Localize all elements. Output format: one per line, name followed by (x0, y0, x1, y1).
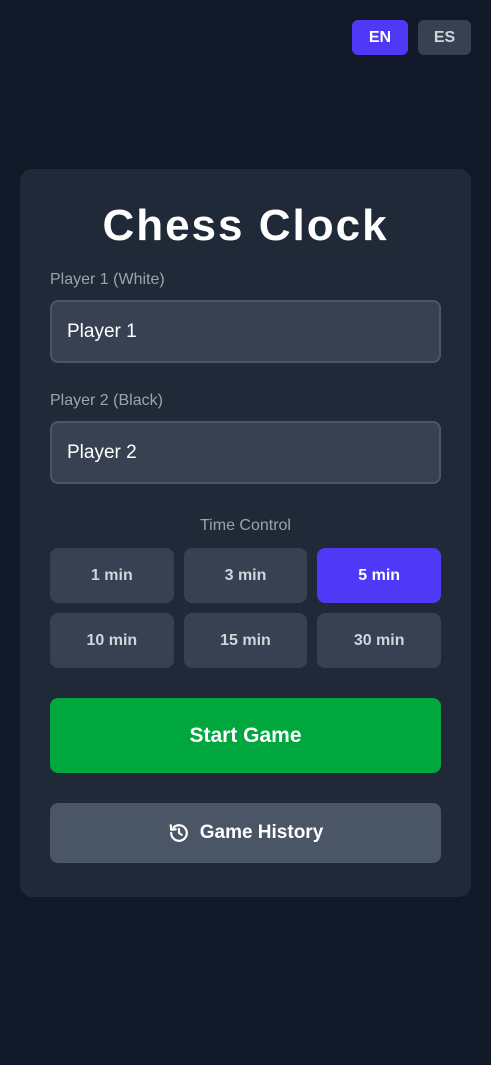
time-option-15-min[interactable]: 15 min (183, 613, 308, 668)
app-root: EN ES Chess Clock Player 1 (White) Playe… (0, 0, 491, 1065)
page-title: Chess Clock (102, 201, 389, 250)
time-control-label: Time Control (200, 517, 291, 534)
time-option-3-min[interactable]: 3 min (183, 548, 308, 603)
time-option-30-min[interactable]: 30 min (317, 613, 441, 668)
time-control-options: 1 min 3 min 5 min 10 min 15 min 30 min (50, 548, 441, 668)
player2-label: Player 2 (Black) (50, 392, 163, 409)
language-switcher: EN ES (352, 20, 471, 55)
player2-name-input[interactable] (50, 421, 441, 484)
time-option-5-min[interactable]: 5 min (317, 548, 441, 603)
game-history-label: Game History (199, 822, 324, 843)
player1-name-input[interactable] (50, 300, 441, 363)
language-es-button[interactable]: ES (418, 20, 471, 55)
time-option-10-min[interactable]: 10 min (50, 613, 174, 668)
history-icon (168, 822, 190, 844)
setup-card: Chess Clock Player 1 (White) Player 2 (B… (20, 169, 471, 897)
time-option-1-min[interactable]: 1 min (50, 548, 174, 603)
start-game-button[interactable]: Start Game (50, 698, 441, 773)
game-history-button[interactable]: Game History (50, 803, 441, 863)
player1-label: Player 1 (White) (50, 271, 165, 288)
language-en-button[interactable]: EN (352, 20, 408, 55)
